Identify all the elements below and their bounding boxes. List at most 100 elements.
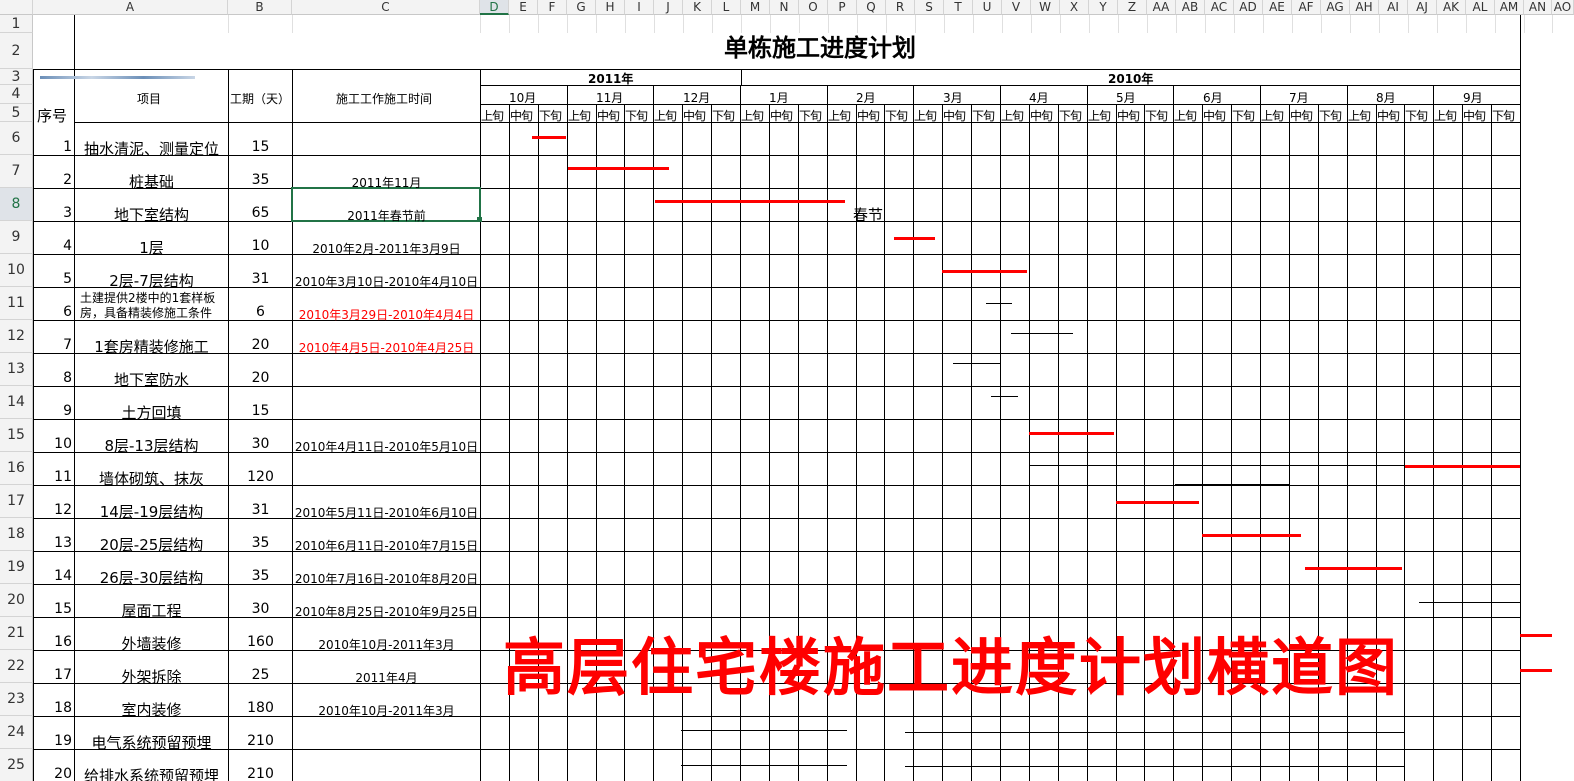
column-header-s[interactable]: S xyxy=(915,0,944,15)
bar-task-14 xyxy=(1305,567,1402,570)
column-header-ad[interactable]: AD xyxy=(1234,0,1263,15)
row-header-7[interactable]: 7 xyxy=(0,155,33,188)
column-header-i[interactable]: I xyxy=(625,0,654,15)
row-header-20[interactable]: 20 xyxy=(0,584,33,617)
row-header-19[interactable]: 19 xyxy=(0,551,33,584)
row-header-9[interactable]: 9 xyxy=(0,221,33,254)
gridline-light xyxy=(1552,15,1553,33)
column-header-p[interactable]: P xyxy=(828,0,857,15)
row-header-24[interactable]: 24 xyxy=(0,716,33,749)
column-header-af[interactable]: AF xyxy=(1292,0,1321,15)
row-header-3[interactable]: 3 xyxy=(0,69,33,85)
row-days: 15 xyxy=(251,139,270,155)
row-header-14[interactable]: 14 xyxy=(0,386,33,419)
gridline-light xyxy=(1466,15,1467,33)
gridline-v xyxy=(1491,104,1492,781)
column-header-q[interactable]: Q xyxy=(857,0,886,15)
period-label: 中旬 xyxy=(857,109,880,123)
row-header-17[interactable]: 17 xyxy=(0,485,33,518)
row-item: 抽水清泥、测量定位 xyxy=(83,140,219,158)
period-label: 上旬 xyxy=(741,109,764,123)
month-label: 9月 xyxy=(1463,91,1483,105)
column-header-h[interactable]: H xyxy=(596,0,625,15)
column-header-ai[interactable]: AI xyxy=(1379,0,1408,15)
column-header-k[interactable]: K xyxy=(683,0,712,15)
gridline-v xyxy=(74,15,75,69)
gridline-h xyxy=(33,452,1520,453)
gridline-v xyxy=(1520,15,1521,781)
column-header-ac[interactable]: AC xyxy=(1205,0,1234,15)
row-header-22[interactable]: 22 xyxy=(0,650,33,683)
row-header-15[interactable]: 15 xyxy=(0,419,33,452)
row-header-2[interactable]: 2 xyxy=(0,33,33,69)
column-header-y[interactable]: Y xyxy=(1089,0,1118,15)
period-label: 下旬 xyxy=(1145,109,1168,123)
gridline-light xyxy=(683,15,684,33)
column-header-ag[interactable]: AG xyxy=(1321,0,1350,15)
row-header-18[interactable]: 18 xyxy=(0,518,33,551)
column-header-w[interactable]: W xyxy=(1031,0,1060,15)
column-header-d[interactable]: D xyxy=(480,0,509,15)
row-header-10[interactable]: 10 xyxy=(0,254,33,287)
row-days: 31 xyxy=(251,502,270,518)
period-label: 上旬 xyxy=(828,109,851,123)
gridline-light xyxy=(1292,15,1293,33)
row-seq: 20 xyxy=(54,766,72,781)
period-label: 中旬 xyxy=(1203,109,1226,123)
row-header-6[interactable]: 6 xyxy=(0,122,33,155)
row-days: 30 xyxy=(251,601,270,617)
spreadsheet[interactable]: A B C D E F G H I J K L M N O P Q R S T U V W X Y Z AA AB AC AD AE AF AG… xyxy=(0,0,1574,781)
row-item: 室内装修 xyxy=(121,701,182,719)
column-header-o[interactable]: O xyxy=(799,0,828,15)
gridline-light xyxy=(1350,15,1351,33)
gridline-h xyxy=(33,69,1520,70)
row-seq: 10 xyxy=(54,436,72,452)
column-header-t[interactable]: T xyxy=(944,0,973,15)
column-header-c[interactable]: C xyxy=(292,0,480,15)
column-header-a[interactable]: A xyxy=(33,0,228,15)
period-label: 中旬 xyxy=(1117,109,1140,123)
column-header-ae[interactable]: AE xyxy=(1263,0,1292,15)
column-header-ah[interactable]: AH xyxy=(1350,0,1379,15)
row-header-13[interactable]: 13 xyxy=(0,353,33,386)
column-header-aj[interactable]: AJ xyxy=(1408,0,1437,15)
column-header-u[interactable]: U xyxy=(973,0,1002,15)
gridline-light xyxy=(1263,15,1264,33)
column-header-ao[interactable]: AO xyxy=(1552,0,1574,15)
select-all-corner[interactable] xyxy=(0,0,33,15)
row-header-23[interactable]: 23 xyxy=(0,683,33,716)
column-header-aa[interactable]: AA xyxy=(1147,0,1176,15)
row-header-8[interactable]: 8 xyxy=(0,188,33,221)
row-time: 2010年4月11日-2010年5月10日 xyxy=(294,440,479,454)
column-header-e[interactable]: E xyxy=(509,0,538,15)
column-header-z[interactable]: Z xyxy=(1118,0,1147,15)
row-header-11[interactable]: 11 xyxy=(0,287,33,320)
column-header-b[interactable]: B xyxy=(228,0,292,15)
period-label: 中旬 xyxy=(1030,109,1053,123)
row-header-21[interactable]: 21 xyxy=(0,617,33,650)
column-header-v[interactable]: V xyxy=(1002,0,1031,15)
period-label: 下旬 xyxy=(799,109,822,123)
column-header-ab[interactable]: AB xyxy=(1176,0,1205,15)
column-header-al[interactable]: AL xyxy=(1466,0,1495,15)
row-header-1[interactable]: 1 xyxy=(0,15,33,33)
row-header-25[interactable]: 25 xyxy=(0,749,33,781)
column-header-x[interactable]: X xyxy=(1060,0,1089,15)
column-header-an[interactable]: AN xyxy=(1524,0,1552,15)
column-header-g[interactable]: G xyxy=(567,0,596,15)
row-header-12[interactable]: 12 xyxy=(0,320,33,353)
column-header-f[interactable]: F xyxy=(538,0,567,15)
column-header-j[interactable]: J xyxy=(654,0,683,15)
column-header-n[interactable]: N xyxy=(770,0,799,15)
column-header-m[interactable]: M xyxy=(741,0,770,15)
gridline-light xyxy=(1176,15,1177,33)
row-header-5[interactable]: 5 xyxy=(0,104,33,122)
column-header-am[interactable]: AM xyxy=(1495,0,1524,15)
row-header-4[interactable]: 4 xyxy=(0,85,33,104)
column-header-l[interactable]: L xyxy=(712,0,741,15)
row-item: 电气系统预留预埋 xyxy=(91,734,212,752)
column-header-ak[interactable]: AK xyxy=(1437,0,1466,15)
row-header-16[interactable]: 16 xyxy=(0,452,33,485)
row-time: 2010年3月29日-2010年4月4日 xyxy=(298,308,475,322)
column-header-r[interactable]: R xyxy=(886,0,915,15)
